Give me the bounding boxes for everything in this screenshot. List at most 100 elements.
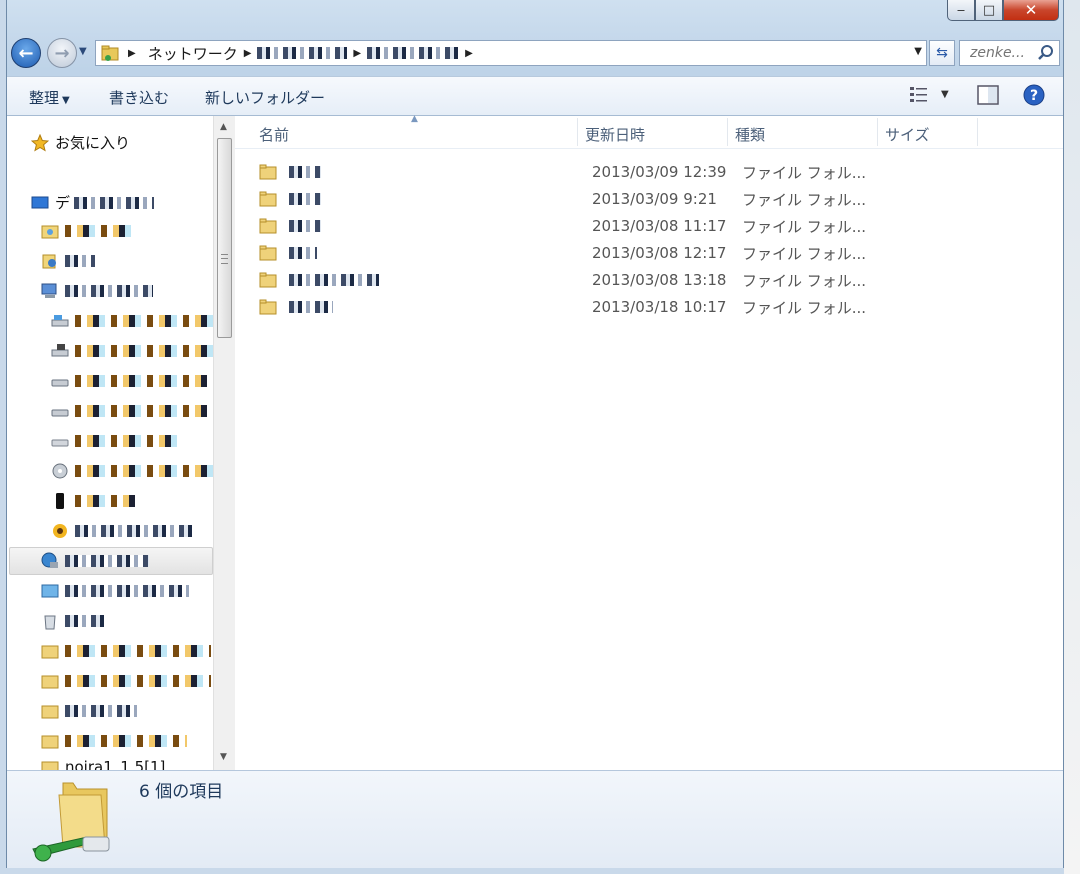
tree-item-user[interactable] [41, 252, 95, 270]
organize-button[interactable]: 整理 ▼ [29, 87, 70, 108]
search-box[interactable] [959, 40, 1060, 66]
details-pane: 6 個の項目 [7, 770, 1063, 868]
tree-item-computer[interactable] [41, 282, 153, 300]
column-header-row: 名前 ▲ 更新日時 種類 サイズ [235, 114, 1063, 149]
table-row[interactable]: 2013/03/08 13:18 ファイル フォル... [259, 267, 879, 293]
tree-item-folder-3[interactable] [41, 702, 137, 720]
breadcrumb-computer-redacted[interactable] [257, 47, 348, 59]
tree-item-control-panel[interactable] [41, 582, 189, 600]
file-type: ファイル フォル... [742, 271, 867, 290]
hard-drive-icon [51, 439, 69, 447]
close-button[interactable]: ✕ [1003, 0, 1059, 21]
tree-item-favorites[interactable]: お気に入り [31, 132, 130, 153]
breadcrumb-chevron-icon[interactable]: ▶ [128, 48, 136, 59]
recycle-bin-icon [44, 615, 56, 630]
caption-buttons: ‒ □ ✕ [947, 0, 1059, 22]
folder-icon [259, 218, 277, 234]
tree-item-folder-5[interactable]: noira1_1.5[1] [41, 758, 165, 770]
column-divider[interactable] [727, 118, 728, 146]
tree-item-label-redacted [74, 196, 155, 209]
tree-item-phone[interactable] [51, 492, 135, 510]
file-modified: 2013/03/09 12:39 [592, 163, 727, 181]
column-divider[interactable] [577, 118, 578, 146]
new-folder-button[interactable]: 新しいフォルダー [205, 87, 325, 108]
title-bar: ‒ □ ✕ [7, 0, 1063, 36]
scrollbar-thumb[interactable] [217, 138, 232, 338]
network-folder-icon [101, 45, 119, 61]
svg-text:?: ? [1030, 88, 1038, 104]
tree-item-folder-4[interactable] [41, 732, 187, 750]
table-row[interactable]: 2013/03/08 12:17 ファイル フォル... [259, 240, 879, 266]
tree-item-drive-network[interactable] [51, 342, 213, 360]
tree-item-drive-3[interactable] [51, 432, 179, 450]
tree-item-dvd-drive[interactable] [51, 462, 213, 480]
tree-item-label-redacted [75, 345, 213, 357]
column-header-type[interactable]: 種類 [735, 124, 765, 145]
minimize-button[interactable]: ‒ [947, 0, 975, 21]
preview-pane-button[interactable] [977, 85, 999, 109]
tree-item-label-redacted [65, 735, 187, 747]
file-name-redacted [289, 274, 379, 286]
table-row[interactable]: 2013/03/18 10:17 ファイル フォル... [259, 294, 879, 320]
folder-icon [41, 735, 59, 749]
search-input[interactable] [968, 44, 1044, 62]
breadcrumb-chevron-icon[interactable]: ▶ [465, 48, 473, 59]
tree-item-network[interactable] [41, 552, 149, 570]
forward-button[interactable]: → [47, 38, 77, 68]
recent-pages-dropdown[interactable]: ▼ [79, 46, 87, 57]
address-bar[interactable]: ▶ ネットワーク ▶ ▶ ▶ ▼ [95, 40, 927, 66]
navigation-pane-scrollbar[interactable]: ▲ ▼ [213, 116, 235, 770]
scroll-down-icon[interactable]: ▼ [220, 752, 227, 762]
column-header-size[interactable]: サイズ [885, 124, 930, 145]
tree-item-label-redacted [65, 555, 149, 567]
hard-drive-icon [51, 379, 69, 387]
breadcrumb-chevron-icon[interactable]: ▶ [353, 48, 361, 59]
tree-item-drive-system[interactable] [51, 312, 213, 330]
tree-item-folder-2[interactable] [41, 672, 211, 690]
help-button[interactable]: ? [1023, 84, 1045, 110]
tree-item-drive-2[interactable] [51, 402, 207, 420]
network-drive-icon [51, 344, 69, 357]
breadcrumb-network[interactable]: ネットワーク [148, 43, 238, 64]
tree-item-desktop[interactable]: デ [31, 192, 155, 213]
tree-item-label: デ [55, 194, 71, 212]
scroll-up-icon[interactable]: ▲ [220, 122, 227, 132]
tree-item-drive-1[interactable] [51, 372, 207, 390]
column-divider[interactable] [877, 118, 878, 146]
tree-item-label-redacted [65, 645, 211, 657]
tree-item-recycle-bin[interactable] [41, 612, 105, 630]
file-type: ファイル フォル... [742, 244, 867, 263]
desktop-icon [31, 196, 49, 208]
refresh-button[interactable]: ⇆ [929, 40, 955, 66]
tree-item-label: noira1_1.5[1] [65, 758, 166, 770]
folder-icon [41, 645, 59, 659]
folder-icon [41, 761, 59, 770]
change-view-button[interactable] [909, 85, 929, 107]
user-icon [42, 254, 56, 269]
table-row[interactable]: 2013/03/08 11:17 ファイル フォル... [259, 213, 879, 239]
column-header-modified[interactable]: 更新日時 [585, 124, 645, 145]
file-name-redacted [289, 247, 317, 259]
folder-icon [259, 272, 277, 288]
tree-item-user-folder[interactable] [41, 222, 137, 240]
tree-item-label-redacted [65, 285, 153, 297]
table-row[interactable]: 2013/03/09 12:39 ファイル フォル... [259, 159, 879, 185]
table-row[interactable]: 2013/03/09 9:21 ファイル フォル... [259, 186, 879, 212]
refresh-icon: ⇆ [936, 45, 948, 61]
back-button[interactable]: ← [11, 38, 41, 68]
tree-item-label-redacted [65, 615, 105, 627]
breadcrumb-share-redacted[interactable] [367, 47, 460, 59]
file-name-redacted [289, 166, 321, 178]
address-history-dropdown[interactable]: ▼ [914, 46, 922, 57]
view-options-dropdown-icon[interactable]: ▼ [941, 89, 949, 100]
burn-button[interactable]: 書き込む [109, 87, 169, 108]
breadcrumb-chevron-icon[interactable]: ▶ [244, 48, 252, 59]
column-header-name[interactable]: 名前 [259, 124, 289, 145]
dvd-drive-icon [52, 463, 68, 479]
maximize-button[interactable]: □ [975, 0, 1003, 21]
tree-item-label-redacted [75, 465, 213, 477]
file-name-redacted [289, 301, 333, 313]
tree-item-camera[interactable] [51, 522, 195, 540]
tree-item-folder-1[interactable] [41, 642, 211, 660]
column-divider[interactable] [977, 118, 978, 146]
